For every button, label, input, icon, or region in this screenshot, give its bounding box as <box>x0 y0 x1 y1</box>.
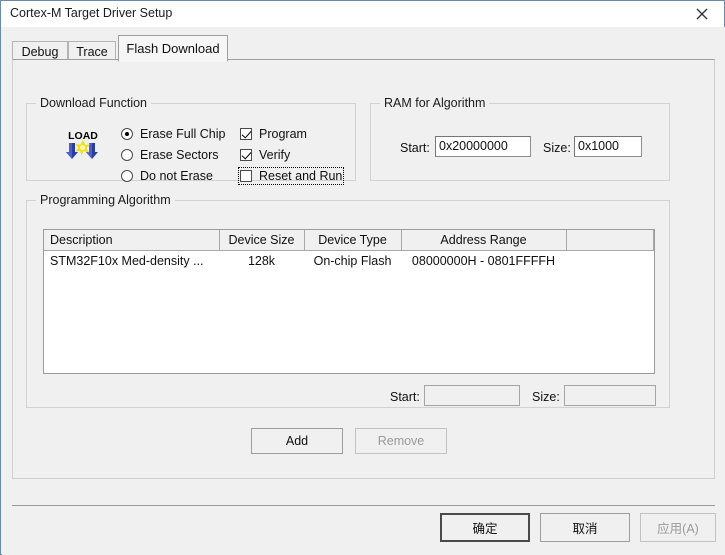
apply-button: 应用(A) <box>640 513 716 542</box>
tab-flash-download[interactable]: Flash Download <box>118 35 228 62</box>
title-bar: Cortex-M Target Driver Setup <box>1 1 724 28</box>
dialog-body: Debug Trace Flash Download Download Func… <box>2 27 725 555</box>
algo-size-input[interactable] <box>564 385 656 406</box>
download-function-title: Download Function <box>36 96 152 110</box>
tab-strip: Debug Trace Flash Download <box>12 35 717 62</box>
remove-button: Remove <box>355 428 447 454</box>
algo-start-label: Start: <box>390 390 420 404</box>
ram-for-algorithm-group: RAM for Algorithm Start: 0x20000000 Size… <box>370 96 670 181</box>
ram-size-label: Size: <box>543 141 571 155</box>
checkbox-verify-mark <box>240 149 252 161</box>
tab-page-flash-download: Download Function LOAD Erase Full Chip E… <box>12 59 715 479</box>
load-icon: LOAD <box>63 126 103 162</box>
ram-for-algorithm-title: RAM for Algorithm <box>380 96 490 110</box>
cell-description: STM32F10x Med-density ... <box>50 254 204 268</box>
programming-algorithm-group: Programming Algorithm Description Device… <box>26 193 670 408</box>
radio-erase-full-chip[interactable]: Erase Full Chip <box>121 127 225 141</box>
checkbox-verify-label: Verify <box>259 148 291 162</box>
cancel-button[interactable]: 取消 <box>540 513 630 542</box>
checkbox-reset-and-run-label: Reset and Run <box>259 169 343 183</box>
radio-erase-sectors-label: Erase Sectors <box>140 148 219 162</box>
ram-start-input[interactable]: 0x20000000 <box>435 136 531 157</box>
ram-size-input[interactable]: 0x1000 <box>574 136 642 157</box>
algo-start-input[interactable] <box>424 385 520 406</box>
cell-device-type: On-chip Flash <box>313 254 392 268</box>
programming-algorithm-title: Programming Algorithm <box>36 193 175 207</box>
radio-do-not-erase-mark <box>121 170 133 182</box>
window-title: Cortex-M Target Driver Setup <box>10 6 173 20</box>
svg-text:LOAD: LOAD <box>68 130 98 142</box>
radio-do-not-erase[interactable]: Do not Erase <box>121 169 213 183</box>
footer-separator <box>12 505 715 506</box>
checkbox-program-label: Program <box>259 127 307 141</box>
add-button[interactable]: Add <box>251 428 343 454</box>
programming-algorithm-table[interactable]: Description Device Size Device Type Addr… <box>43 229 655 374</box>
checkbox-reset-and-run-mark <box>240 170 252 182</box>
column-header-description[interactable]: Description <box>44 230 220 251</box>
column-header-device-type[interactable]: Device Type <box>304 230 402 251</box>
cell-extra <box>566 251 654 272</box>
column-header-device-size[interactable]: Device Size <box>219 230 305 251</box>
checkbox-program-mark <box>240 128 252 140</box>
table-header-row: Description Device Size Device Type Addr… <box>44 230 654 251</box>
radio-erase-sectors[interactable]: Erase Sectors <box>121 148 219 162</box>
algo-size-label: Size: <box>532 390 560 404</box>
table-row[interactable]: STM32F10x Med-density ... 128k On-chip F… <box>44 251 654 272</box>
download-function-group: Download Function LOAD Erase Full Chip E… <box>26 96 356 185</box>
ok-button[interactable]: 确定 <box>440 513 530 542</box>
radio-erase-full-chip-label: Erase Full Chip <box>140 127 226 141</box>
radio-erase-full-chip-mark <box>121 128 133 140</box>
cell-device-size: 128k <box>247 254 276 268</box>
radio-do-not-erase-label: Do not Erase <box>140 169 213 183</box>
column-header-address-range[interactable]: Address Range <box>401 230 567 251</box>
checkbox-program[interactable]: Program <box>240 127 307 141</box>
column-header-extra[interactable] <box>566 230 654 251</box>
checkbox-verify[interactable]: Verify <box>240 148 290 162</box>
dialog-window: Cortex-M Target Driver Setup Debug Trace… <box>0 0 725 555</box>
cell-address-range: 08000000H - 0801FFFFH <box>411 254 556 268</box>
checkbox-reset-and-run[interactable]: Reset and Run <box>237 167 345 185</box>
close-icon[interactable] <box>679 1 724 26</box>
ram-start-label: Start: <box>400 141 430 155</box>
radio-erase-sectors-mark <box>121 149 133 161</box>
